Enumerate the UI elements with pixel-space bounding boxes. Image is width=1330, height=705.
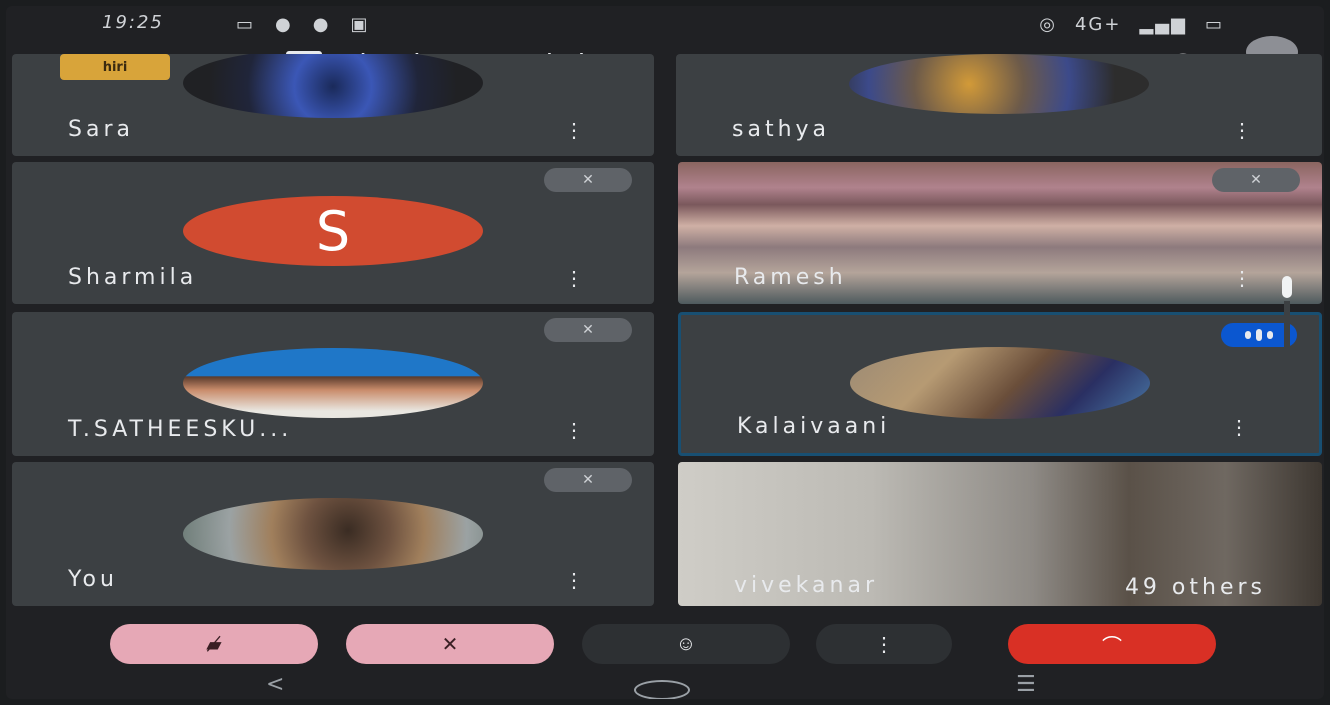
camera-off-icon: ▰̸: [206, 633, 222, 656]
more-options-button[interactable]: ⋮: [816, 624, 952, 664]
gallery-icon: ▣: [350, 14, 368, 35]
participant-name: Ramesh: [734, 265, 847, 290]
emoji-icon: ☺: [675, 632, 697, 655]
more-vert-icon[interactable]: ⋮: [1226, 265, 1252, 292]
others-count: 49 others: [1124, 575, 1266, 600]
participant-tile-sara[interactable]: hiri Sara ⋮: [12, 54, 654, 156]
nav-recents-icon[interactable]: ☰: [1016, 672, 1036, 697]
system-nav-bar: < ☰: [6, 672, 1324, 699]
mic-toggle-button[interactable]: ✕: [346, 624, 554, 664]
scrollbar-track[interactable]: [1284, 301, 1290, 441]
mic-off-icon: ✕: [441, 633, 459, 656]
whatsapp-icon: ●: [275, 14, 291, 35]
call-controls: ▰̸ ✕ ☺ ⋮ ⌒: [6, 612, 1324, 680]
participant-name: Sara: [68, 117, 134, 142]
participant-name: sathya: [732, 117, 831, 142]
mic-off-icon: ✕: [544, 468, 632, 492]
participant-name: Sharmila: [68, 265, 198, 290]
status-left-icons: ▭ ● ● ▣: [236, 14, 367, 35]
participant-tile-you[interactable]: ✕ You ⋮: [12, 462, 654, 606]
participant-avatar: [183, 348, 483, 418]
mic-off-icon: ✕: [1212, 168, 1300, 192]
status-bar: 19:25 ▭ ● ● ▣ ◎ 4G+ ▂▄▆ ▭: [6, 6, 1324, 40]
messenger-icon: ●: [312, 14, 329, 35]
participant-avatar: [849, 54, 1149, 114]
network-type: 4G+: [1074, 14, 1122, 35]
participant-tile-ramesh[interactable]: ✕ Ramesh ⋮: [678, 162, 1322, 304]
mic-off-icon: ✕: [544, 168, 632, 192]
chat-icon: ▭: [236, 14, 254, 35]
participant-name: T.SATHEESKU...: [68, 417, 293, 442]
more-vert-icon[interactable]: ⋮: [558, 417, 584, 444]
hang-up-icon: ⌒: [1102, 635, 1122, 658]
participant-avatar: S: [183, 196, 483, 266]
participant-tile-satheesku[interactable]: ✕ T.SATHEESKU... ⋮: [12, 312, 654, 456]
more-vert-icon[interactable]: ⋮: [558, 117, 584, 144]
meet-screen: 19:25 ▭ ● ● ▣ ◎ 4G+ ▂▄▆ ▭ ← ekc-jwwq-mbd…: [6, 6, 1324, 699]
battery-icon: ▭: [1204, 14, 1224, 35]
reactions-button[interactable]: ☺: [582, 624, 790, 664]
nav-back-icon[interactable]: <: [266, 672, 284, 697]
more-vert-icon[interactable]: ⋮: [558, 265, 584, 292]
participant-name: You: [68, 567, 118, 592]
nav-home-icon[interactable]: [634, 680, 690, 699]
camera-toggle-button[interactable]: ▰̸: [110, 624, 318, 664]
participant-avatar: [850, 347, 1150, 419]
more-vert-icon: ⋮: [874, 633, 894, 656]
participant-tile-sharmila[interactable]: ✕ S Sharmila ⋮: [12, 162, 654, 304]
participant-tile-sathya[interactable]: sathya ⋮: [676, 54, 1322, 156]
status-time: 19:25: [102, 12, 164, 33]
more-vert-icon[interactable]: ⋮: [1226, 117, 1252, 144]
status-right-icons: ◎ 4G+ ▂▄▆ ▭: [1039, 14, 1224, 35]
scrollbar-thumb[interactable]: [1282, 276, 1292, 298]
hand-badge: hiri: [60, 54, 170, 80]
alarm-icon: ◎: [1039, 14, 1057, 35]
more-vert-icon[interactable]: ⋮: [1223, 414, 1249, 441]
participant-avatar: [183, 54, 483, 118]
participant-tile-others[interactable]: vivekanar 49 others: [678, 462, 1322, 606]
signal-icon: ▂▄▆: [1139, 14, 1187, 35]
more-vert-icon[interactable]: ⋮: [558, 567, 584, 594]
participant-name: Kalaivaani: [737, 414, 891, 439]
mic-off-icon: ✕: [544, 318, 632, 342]
participant-name: vivekanar: [734, 573, 878, 598]
end-call-button[interactable]: ⌒: [1008, 624, 1216, 664]
participant-tile-kalaivaani[interactable]: Kalaivaani ⋮: [678, 312, 1322, 456]
participant-avatar: [183, 498, 483, 570]
